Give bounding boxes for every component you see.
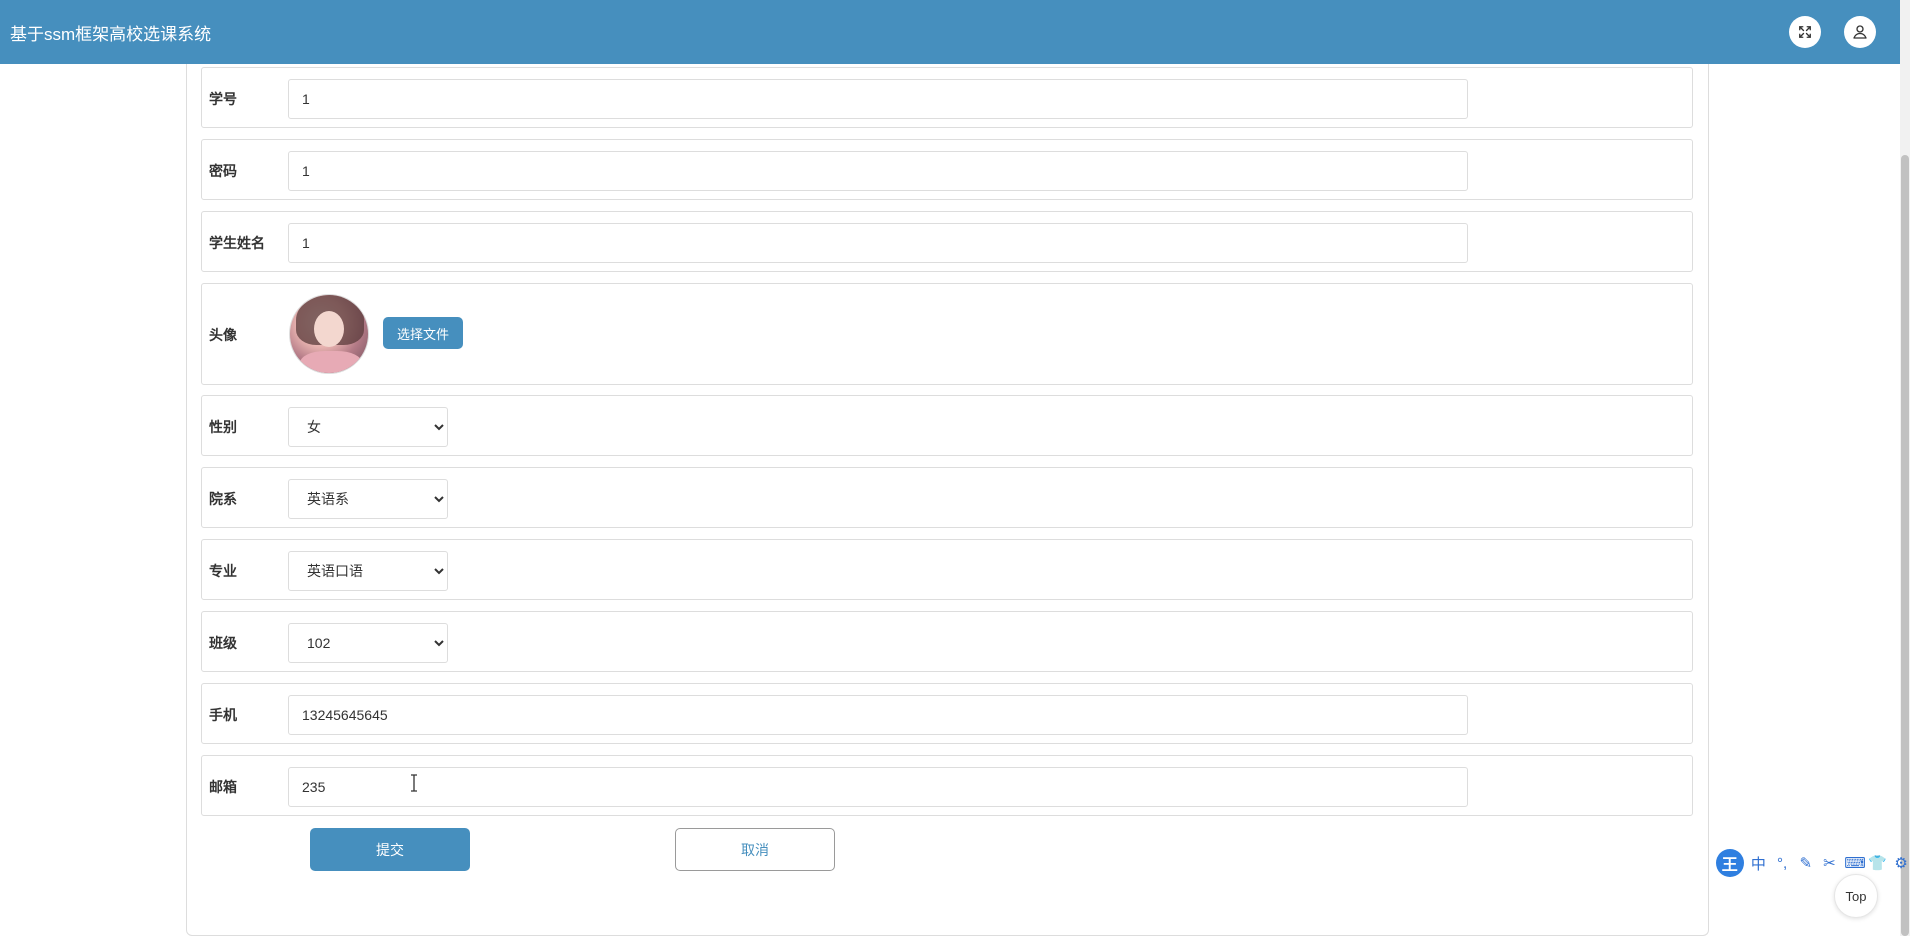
row-class: 班级 102: [201, 611, 1693, 672]
fullscreen-icon: [1799, 26, 1811, 38]
top-bar: 基于ssm框架高校选课系统: [0, 0, 1900, 64]
class-select[interactable]: 102: [288, 623, 448, 663]
skin-shirt-icon[interactable]: 👕: [1868, 854, 1887, 872]
submit-button[interactable]: 提交: [310, 828, 470, 871]
email-label: 邮箱: [209, 779, 237, 795]
row-gender: 性别 女: [201, 395, 1693, 456]
student-id-input[interactable]: [288, 79, 1468, 119]
user-icon: [1853, 25, 1867, 39]
scissors-icon[interactable]: ✂: [1821, 854, 1839, 872]
page-scrollbar[interactable]: [1900, 0, 1910, 936]
app-title: 基于ssm框架高校选课系统: [10, 25, 212, 44]
class-label: 班级: [209, 635, 237, 651]
user-button[interactable]: [1844, 16, 1876, 48]
email-input[interactable]: [288, 767, 1468, 807]
avatar-body: [300, 351, 362, 373]
row-email: 邮箱: [201, 755, 1693, 816]
password-label: 密码: [209, 163, 237, 179]
choose-file-button[interactable]: 选择文件: [383, 317, 463, 349]
student-name-input[interactable]: [288, 223, 1468, 263]
row-student-id: 学号: [201, 67, 1693, 128]
text-cursor-icon: [411, 774, 417, 792]
fullscreen-button[interactable]: [1789, 16, 1821, 48]
student-id-label: 学号: [209, 91, 237, 107]
ime-logo-icon[interactable]: 王: [1716, 849, 1744, 877]
row-password: 密码: [201, 139, 1693, 200]
row-major: 专业 英语口语: [201, 539, 1693, 600]
keyboard-icon[interactable]: ⌨: [1844, 854, 1866, 872]
phone-label: 手机: [209, 707, 237, 723]
cancel-button[interactable]: 取消: [675, 828, 835, 871]
major-select[interactable]: 英语口语: [288, 551, 448, 591]
back-to-top-button[interactable]: Top: [1834, 874, 1878, 918]
avatar-face: [314, 311, 344, 347]
ime-toolbar: 王 中 °, ✎ ✂ ⌨ 👕 ⚙: [1716, 849, 1910, 877]
avatar-label: 头像: [209, 327, 237, 343]
punctuation-icon[interactable]: °,: [1773, 855, 1791, 872]
gender-select[interactable]: 女: [288, 407, 448, 447]
row-avatar: 头像 选择文件: [201, 283, 1693, 385]
row-phone: 手机: [201, 683, 1693, 744]
department-select[interactable]: 英语系: [288, 479, 448, 519]
row-student-name: 学生姓名: [201, 211, 1693, 272]
gender-label: 性别: [209, 419, 237, 435]
gear-icon[interactable]: ⚙: [1892, 854, 1910, 872]
department-label: 院系: [209, 491, 237, 507]
avatar-image: [289, 294, 369, 374]
pen-icon[interactable]: ✎: [1797, 854, 1815, 872]
scrollbar-thumb[interactable]: [1901, 155, 1909, 936]
student-name-label: 学生姓名: [209, 235, 265, 251]
row-department: 院系 英语系: [201, 467, 1693, 528]
ime-mode-toggle[interactable]: 中: [1750, 853, 1768, 874]
password-input[interactable]: [288, 151, 1468, 191]
major-label: 专业: [209, 563, 237, 579]
phone-input[interactable]: [288, 695, 1468, 735]
